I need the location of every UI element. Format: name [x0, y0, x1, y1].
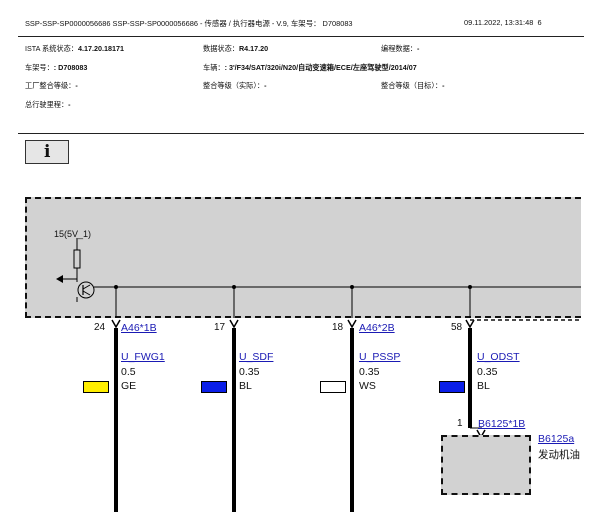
pin-number: 18 [332, 322, 344, 333]
wire-size: 0.35 [359, 366, 380, 378]
component-connector-link[interactable]: B6125*1B [478, 418, 525, 430]
connector-link[interactable]: A46*2B [359, 322, 395, 334]
wire [114, 328, 118, 512]
wire [350, 328, 354, 512]
wire-color-code: WS [359, 380, 376, 392]
signal-link[interactable]: U_SDF [239, 351, 273, 363]
wire-size: 0.5 [121, 366, 136, 378]
connector-link[interactable]: A46*1B [121, 322, 157, 334]
wire-color-swatch [320, 381, 346, 393]
pin-number: 17 [214, 322, 226, 333]
wire-color-swatch [439, 381, 465, 393]
component-box [441, 435, 531, 495]
pin-number: 58 [451, 322, 463, 333]
wire [232, 328, 236, 512]
wire-size: 0.35 [239, 366, 260, 378]
wire-size: 0.35 [477, 366, 498, 378]
pin-number: 24 [94, 322, 106, 333]
wire-color-code: GE [121, 380, 137, 392]
wire-color-code: BL [477, 380, 490, 392]
wire-color-swatch [83, 381, 109, 393]
wire-color-code: BL [239, 380, 252, 392]
component-pin-number: 1 [457, 418, 463, 429]
wire [468, 328, 472, 428]
signal-link[interactable]: U_PSSP [359, 351, 400, 363]
wire-color-swatch [201, 381, 227, 393]
component-description: 发动机油 [538, 449, 580, 461]
signal-link[interactable]: U_ODST [477, 351, 520, 363]
signal-link[interactable]: U_FWG1 [121, 351, 165, 363]
component-name[interactable]: B6125a [538, 433, 584, 445]
